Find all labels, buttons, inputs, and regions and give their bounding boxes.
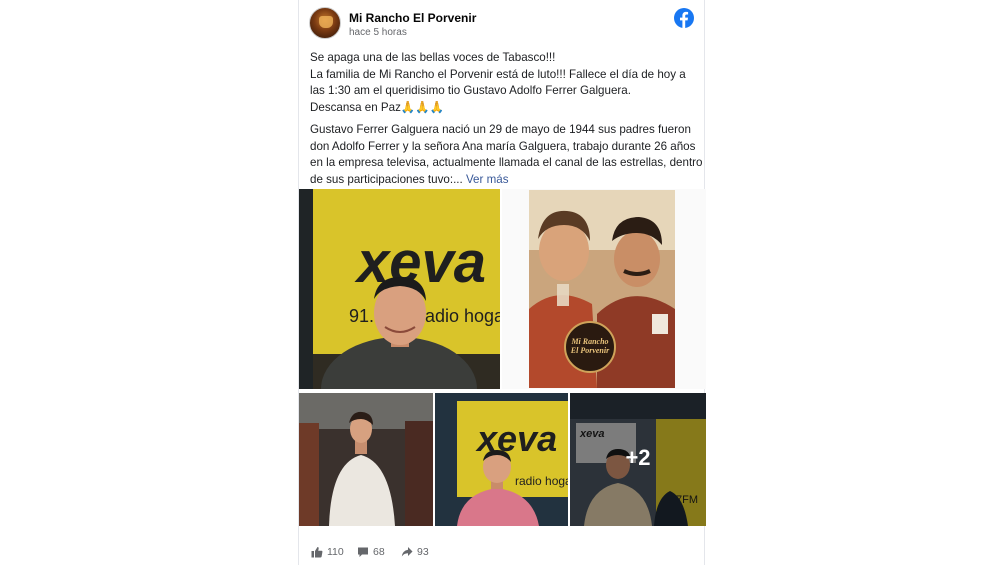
bio-line: en la empresa televisa, actualmente llam… — [310, 156, 703, 169]
badge-line-2: El Porvenir — [570, 346, 610, 355]
post-footer: 110 68 93 — [309, 540, 694, 562]
post-line: Se apaga una de las bellas voces de Taba… — [310, 51, 556, 64]
comments-count: 68 — [373, 546, 385, 558]
page-name[interactable]: Mi Rancho El Porvenir — [349, 11, 476, 25]
post-line: La familia de Mi Rancho el Porvenir está… — [310, 67, 686, 81]
comments-stat[interactable]: 68 — [357, 546, 385, 558]
post-line: las 1:30 am el queridisimo tio Gustavo A… — [310, 84, 631, 97]
thumbs-up-icon — [311, 547, 323, 558]
bio-line: don Adolfo Ferrer y la señora Ana maría … — [310, 139, 696, 153]
xeva-logo-text-2: xeva — [475, 418, 557, 459]
badge-line-1: Mi Rancho — [570, 337, 608, 346]
post-line: Descansa en Paz🙏🙏🙏 — [310, 100, 445, 114]
post-header: Mi Rancho El Porvenir hace 5 horas — [309, 7, 694, 43]
post-photo-3[interactable] — [299, 393, 433, 526]
facebook-icon[interactable] — [674, 8, 694, 28]
more-photos-count: +2 — [625, 445, 651, 470]
post-text: Se apaga una de las bellas voces de Taba… — [310, 50, 703, 189]
comment-icon — [358, 547, 368, 557]
share-icon — [401, 547, 413, 557]
radio-hogar-text: radio hogar — [419, 306, 500, 326]
post-photo-1[interactable]: xeva 91. radio hogar — [299, 189, 500, 389]
post-photo-2[interactable]: Mi Rancho El Porvenir — [502, 189, 706, 389]
facebook-post: Mi Rancho El Porvenir hace 5 horas Se ap… — [298, 0, 706, 565]
likes-count: 110 — [327, 546, 344, 558]
see-more-link[interactable]: Ver más — [466, 173, 509, 186]
frequency-text: 91. — [349, 306, 374, 326]
post-photo-5[interactable]: xeva 7FM +2 — [570, 393, 706, 526]
bio-line-last: de sus participaciones tuvo:... Ver más — [310, 172, 700, 189]
avatar[interactable] — [309, 7, 341, 39]
post-photo-4[interactable]: xeva radio hogar — [435, 393, 568, 526]
bio-line: Gustavo Ferrer Galguera nació un 29 de m… — [310, 123, 691, 136]
more-photos-overlay[interactable]: +2 — [570, 393, 706, 526]
likes-stat[interactable]: 110 — [311, 546, 344, 558]
post-timestamp[interactable]: hace 5 horas — [349, 27, 407, 38]
shares-stat[interactable]: 93 — [401, 546, 429, 558]
shares-count: 93 — [417, 546, 429, 558]
bio-line: de sus participaciones tuvo:... — [310, 172, 463, 186]
radio-hogar-text-2: radio hogar — [515, 474, 568, 488]
